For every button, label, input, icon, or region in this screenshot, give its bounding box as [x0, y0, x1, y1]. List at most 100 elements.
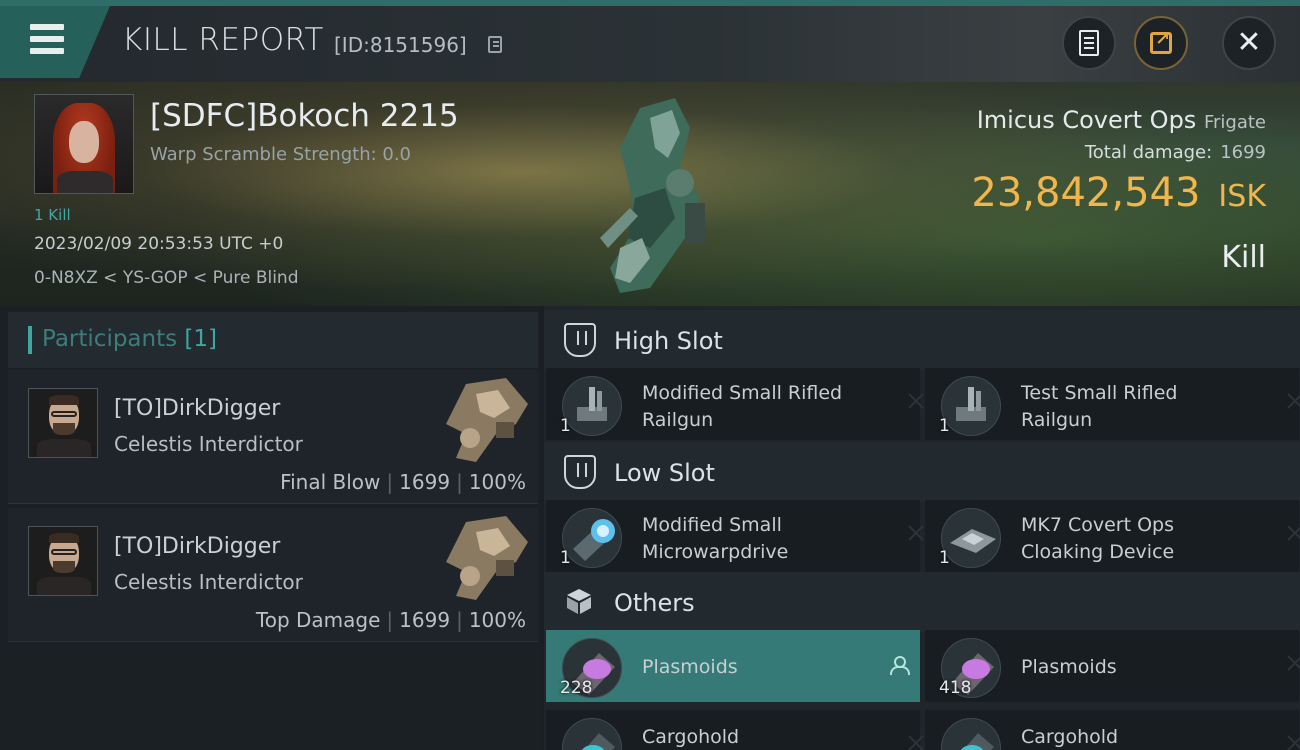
- participants-count: [1]: [184, 326, 218, 352]
- menu-button[interactable]: [0, 6, 110, 78]
- ship-class: Frigate: [1203, 112, 1266, 133]
- others-header: Others: [544, 572, 1300, 632]
- fitted-item[interactable]: 1 Test Small Rifled Railgun: [925, 368, 1299, 440]
- participants-header: Participants [1]: [8, 312, 538, 368]
- avatar-suit: [37, 439, 91, 457]
- others-label: Others: [614, 589, 695, 617]
- participant-damage: 1699: [399, 470, 451, 494]
- ship-hull: [446, 516, 528, 600]
- low-slot-header: Low Slot: [544, 442, 1300, 502]
- menu-icon: [30, 24, 64, 30]
- low-slot-label: Low Slot: [614, 459, 715, 487]
- microwarpdrive-icon: [562, 508, 622, 568]
- ship-hull: [600, 98, 705, 293]
- document-icon: [1079, 30, 1099, 56]
- cloaking-device-icon: [941, 508, 1001, 568]
- kill-timestamp: 2023/02/09 20:53:53 UTC +0: [34, 234, 284, 254]
- item-image: [950, 529, 996, 553]
- total-damage-label: Total damage:: [1084, 142, 1213, 163]
- participant-stats: Final Blow | 1699 | 100%: [280, 470, 526, 494]
- item-name: MK7 Covert Ops Cloaking Device: [1021, 514, 1175, 563]
- isk-amount: 23,842,543: [971, 170, 1201, 216]
- person-icon[interactable]: [890, 656, 910, 675]
- item-image: [956, 387, 986, 421]
- share-icon: [1150, 29, 1172, 54]
- copy-icon[interactable]: [488, 36, 502, 53]
- header-accent: [28, 326, 32, 354]
- avatar-hair: [49, 533, 79, 543]
- portrait-body: [57, 171, 113, 193]
- fitted-item[interactable]: 1 Modified Small Microwarpdrive: [546, 500, 920, 572]
- cargo-item[interactable]: 418 Plasmoids: [925, 630, 1299, 702]
- participant-ship-image[interactable]: [436, 512, 532, 604]
- cargo-item[interactable]: Cargohold: [546, 710, 920, 750]
- item-name: Modified Small Rifled Railgun: [642, 382, 843, 431]
- participant-role: Final Blow: [280, 470, 381, 494]
- item-name: Cargohold: [642, 726, 740, 748]
- avatar-hair: [49, 395, 79, 405]
- avatar-glasses: [51, 549, 77, 555]
- title-bar: KILL REPORT [ID:8151596] ✕: [0, 0, 1300, 82]
- total-damage-value: 1699: [1220, 142, 1266, 163]
- separator: |: [386, 608, 394, 632]
- cargohold-icon: [941, 718, 1001, 750]
- cargo-item-selected[interactable]: 228 Plasmoids: [546, 630, 920, 702]
- cargo-box-icon: [567, 589, 591, 614]
- item-image: [577, 387, 607, 421]
- fitted-item[interactable]: 1 MK7 Covert Ops Cloaking Device: [925, 500, 1299, 572]
- participant-damage: 1699: [399, 608, 451, 632]
- kill-count: 1 Kill: [34, 206, 71, 224]
- item-quantity: 228: [560, 678, 593, 698]
- participant-name: [TO]DirkDigger: [114, 534, 281, 559]
- isk-unit: ISK: [1218, 179, 1266, 214]
- isk-value: 23,842,543 ISK: [971, 170, 1266, 216]
- participants-panel: Participants [1] [TO]DirkDigger Celestis…: [0, 306, 540, 750]
- close-button[interactable]: ✕: [1222, 16, 1276, 70]
- victim-ship-name[interactable]: Imicus Covert Ops Frigate: [977, 106, 1266, 134]
- cargo-item[interactable]: Cargohold: [925, 710, 1299, 750]
- participants-title-text: Participants: [42, 326, 178, 352]
- total-damage: Total damage: 1699: [1085, 142, 1266, 163]
- item-name: Test Small Rifled Railgun: [1021, 382, 1178, 431]
- item-image: [960, 733, 994, 750]
- kill-summary: [SDFC]Bokoch 2215 Warp Scramble Strength…: [0, 82, 1300, 306]
- avatar[interactable]: [28, 526, 98, 596]
- item-image: [581, 733, 615, 750]
- fitted-item[interactable]: 1 Modified Small Rifled Railgun: [546, 368, 920, 440]
- item-name: Plasmoids: [1021, 656, 1117, 678]
- report-id: [ID:8151596]: [334, 33, 467, 57]
- kill-result: Kill: [1221, 240, 1266, 275]
- document-button[interactable]: [1062, 16, 1116, 70]
- victim-portrait[interactable]: [34, 94, 134, 194]
- participant-row[interactable]: [TO]DirkDigger Celestis Interdictor Fina…: [8, 370, 538, 504]
- participant-ship: Celestis Interdictor: [114, 570, 303, 594]
- kill-location[interactable]: 0-N8XZ < YS-GOP < Pure Blind: [34, 268, 299, 288]
- ship-hull: [446, 378, 528, 462]
- separator: |: [456, 608, 463, 632]
- separator: |: [386, 470, 394, 494]
- item-image: [573, 519, 615, 561]
- item-quantity: 1: [939, 548, 950, 568]
- participant-percent: 100%: [468, 608, 526, 632]
- participant-name: [TO]DirkDigger: [114, 396, 281, 421]
- menu-icon-bar: [30, 36, 64, 42]
- high-slot-label: High Slot: [614, 327, 723, 355]
- slot-shield-icon: [564, 323, 596, 357]
- item-name: Cargohold: [1021, 726, 1119, 748]
- avatar-beard: [53, 423, 75, 435]
- participant-role: Top Damage: [255, 608, 381, 632]
- participant-row[interactable]: [TO]DirkDigger Celestis Interdictor Top …: [8, 508, 538, 642]
- high-slot-header: High Slot: [544, 310, 1300, 370]
- share-button[interactable]: [1134, 16, 1188, 70]
- separator: |: [456, 470, 463, 494]
- participant-ship: Celestis Interdictor: [114, 432, 303, 456]
- avatar[interactable]: [28, 388, 98, 458]
- avatar-beard: [53, 561, 75, 573]
- item-name: Modified Small Microwarpdrive: [642, 514, 789, 563]
- victim-ship-image[interactable]: [580, 88, 740, 303]
- participant-ship-image[interactable]: [436, 374, 532, 466]
- victim-name[interactable]: [SDFC]Bokoch 2215: [150, 98, 459, 134]
- avatar-glasses: [51, 411, 77, 417]
- warp-scramble-strength: Warp Scramble Strength: 0.0: [150, 144, 412, 165]
- slot-shield-icon: [564, 455, 596, 489]
